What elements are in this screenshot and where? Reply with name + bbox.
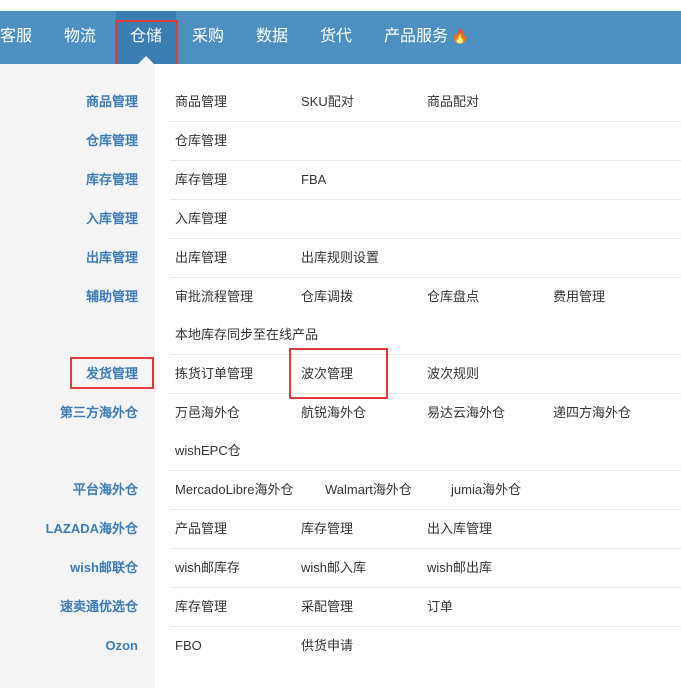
category-product-management[interactable]: 商品管理 — [86, 92, 138, 112]
link-sku-pairing[interactable]: SKU配对 — [301, 92, 354, 112]
nav-purchase[interactable]: 采购 — [192, 11, 224, 64]
nav-logistics[interactable]: 物流 — [64, 11, 96, 64]
row-divider — [170, 121, 681, 122]
nav-data[interactable]: 数据 — [256, 11, 288, 64]
link-aliexpress-inventory[interactable]: 库存管理 — [175, 597, 227, 617]
link-jumia-warehouse[interactable]: jumia海外仓 — [451, 480, 521, 500]
link-expense-management[interactable]: 费用管理 — [553, 287, 605, 307]
category-warehouse-management[interactable]: 仓库管理 — [86, 131, 138, 151]
link-fba[interactable]: FBA — [301, 170, 326, 190]
active-caret — [138, 56, 154, 64]
category-inbound-management[interactable]: 入库管理 — [86, 209, 138, 229]
link-outbound-management[interactable]: 出库管理 — [175, 248, 227, 268]
link-aliexpress-orders[interactable]: 订单 — [427, 597, 453, 617]
row-divider — [170, 470, 681, 471]
link-lazada-in-out[interactable]: 出入库管理 — [427, 519, 492, 539]
link-4px-warehouse[interactable]: 递四方海外仓 — [553, 403, 631, 423]
category-third-party-overseas-warehouse[interactable]: 第三方海外仓 — [60, 403, 138, 423]
link-stocktaking[interactable]: 仓库盘点 — [427, 287, 479, 307]
link-product-management[interactable]: 商品管理 — [175, 92, 227, 112]
row-divider — [170, 199, 681, 200]
row-divider — [170, 509, 681, 510]
row-divider — [170, 238, 681, 239]
row-divider — [170, 160, 681, 161]
nav-freight[interactable]: 货代 — [320, 11, 352, 64]
link-wish-post-inventory[interactable]: wish邮库存 — [175, 558, 240, 578]
row-divider — [170, 626, 681, 627]
link-inventory-management[interactable]: 库存管理 — [175, 170, 227, 190]
category-inventory-management[interactable]: 库存管理 — [86, 170, 138, 190]
highlight-box-shipping — [70, 357, 154, 389]
link-approval-flow[interactable]: 审批流程管理 — [175, 287, 253, 307]
link-aliexpress-allocation[interactable]: 采配管理 — [301, 597, 353, 617]
link-picking-orders[interactable]: 拣货订单管理 — [175, 364, 253, 384]
highlight-box-wave — [289, 348, 388, 399]
link-wanyi-warehouse[interactable]: 万邑海外仓 — [175, 403, 240, 423]
link-inbound-management[interactable]: 入库管理 — [175, 209, 227, 229]
link-warehouse-management[interactable]: 仓库管理 — [175, 131, 227, 151]
link-outbound-rules[interactable]: 出库规则设置 — [301, 248, 379, 268]
category-ozon[interactable]: Ozon — [106, 636, 139, 656]
row-divider — [170, 587, 681, 588]
row-divider — [170, 277, 681, 278]
link-wave-rules[interactable]: 波次规则 — [427, 364, 479, 384]
link-yidayun-warehouse[interactable]: 易达云海外仓 — [427, 403, 505, 423]
nav-product-services-label: 产品服务 — [384, 28, 449, 45]
link-wish-post-inbound[interactable]: wish邮入库 — [301, 558, 366, 578]
row-divider — [170, 548, 681, 549]
link-product-pairing[interactable]: 商品配对 — [427, 92, 479, 112]
link-hangrui-warehouse[interactable]: 航锐海外仓 — [301, 403, 366, 423]
category-lazada-overseas-warehouse[interactable]: LAZADA海外仓 — [46, 519, 138, 539]
flame-icon: 🔥 — [451, 28, 469, 44]
link-lazada-inventory[interactable]: 库存管理 — [301, 519, 353, 539]
category-auxiliary-management[interactable]: 辅助管理 — [86, 287, 138, 307]
link-warehouse-transfer[interactable]: 仓库调拨 — [301, 287, 353, 307]
row-divider — [170, 354, 681, 355]
link-walmart-warehouse[interactable]: Walmart海外仓 — [325, 480, 412, 500]
link-ozon-fbo[interactable]: FBO — [175, 636, 202, 656]
category-platform-overseas-warehouse[interactable]: 平台海外仓 — [73, 480, 138, 500]
link-ozon-supply-request[interactable]: 供货申请 — [301, 636, 353, 656]
link-lazada-products[interactable]: 产品管理 — [175, 519, 227, 539]
link-mercadolibre-warehouse[interactable]: MercadoLibre海外仓 — [175, 480, 294, 500]
nav-customer-service[interactable]: 客服 — [0, 11, 32, 64]
link-wishepc-warehouse[interactable]: wishEPC仓 — [175, 441, 241, 461]
category-outbound-management[interactable]: 出库管理 — [86, 248, 138, 268]
link-wish-post-outbound[interactable]: wish邮出库 — [427, 558, 492, 578]
row-divider — [170, 393, 681, 394]
nav-product-services[interactable]: 产品服务 🔥 — [384, 11, 468, 64]
category-wish-post-warehouse[interactable]: wish邮联仓 — [70, 558, 138, 578]
link-local-stock-sync[interactable]: 本地库存同步至在线产品 — [175, 325, 318, 345]
category-aliexpress-preferred-warehouse[interactable]: 速卖通优选仓 — [60, 597, 138, 617]
